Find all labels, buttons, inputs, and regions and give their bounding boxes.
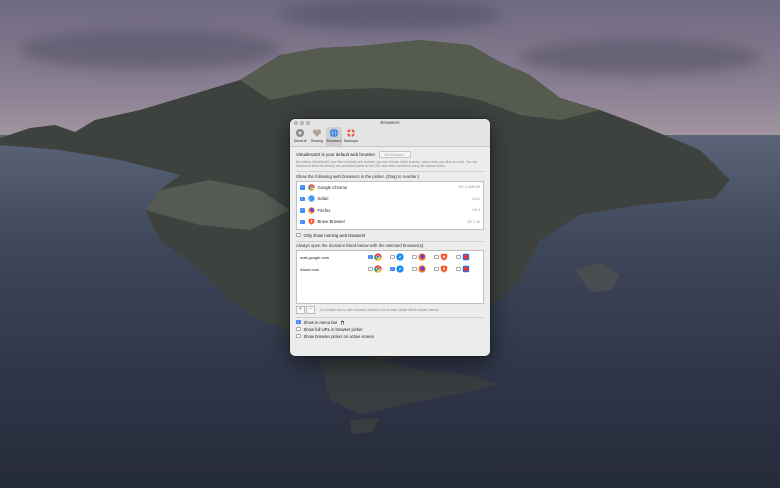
browser-version: v78.0 bbox=[471, 208, 480, 213]
domain-table[interactable]: mail.google.com ✓ ✓ ✓ ✓ ✓ icloud.com ✓ ✓ bbox=[296, 250, 484, 304]
browsers-pane: VirtualHostX is your default web browser… bbox=[290, 147, 490, 345]
browser-row[interactable]: ✓ Google Chrome v87.0.4280.88 bbox=[297, 182, 483, 194]
browser-name: Firefox bbox=[317, 207, 331, 213]
tab-browsers[interactable]: Browsers bbox=[326, 127, 342, 146]
domains-section-title: Always open the domains listed below wit… bbox=[296, 243, 425, 248]
browsers-section-title: Show the following web browsers in the p… bbox=[296, 173, 419, 179]
tab-general[interactable]: General bbox=[292, 127, 308, 146]
set-default-button[interactable]: Set Default... bbox=[378, 151, 411, 158]
domain-row[interactable]: mail.google.com ✓ ✓ ✓ ✓ ✓ bbox=[297, 251, 483, 263]
safari-icon bbox=[395, 265, 404, 273]
domain-browser-checkbox[interactable]: ✓ bbox=[456, 254, 461, 260]
brave-icon bbox=[307, 218, 315, 225]
browser-name: Brave Browser bbox=[317, 219, 345, 225]
domain-browser-checkbox[interactable]: ✓ bbox=[434, 266, 439, 272]
firefox-icon bbox=[417, 253, 426, 261]
domain-browser-checkbox[interactable]: ✓ bbox=[390, 254, 395, 260]
gear-icon bbox=[296, 129, 304, 137]
remove-domain-button[interactable]: − bbox=[306, 306, 315, 314]
browser-checkbox[interactable]: ✓ bbox=[300, 185, 305, 190]
browser-row[interactable]: ✓ Safari v14.0 bbox=[297, 193, 483, 205]
browser-name: Safari bbox=[317, 196, 329, 202]
domain-note: If a domain has no web browsers selected… bbox=[320, 308, 440, 312]
domain-browser-checkbox[interactable]: ✓ bbox=[412, 254, 417, 260]
lifebuoy-icon bbox=[347, 129, 355, 137]
show-in-menu-bar-checkbox[interactable]: ✓ bbox=[296, 319, 301, 325]
show-full-url-label: Show full URL in browser picker bbox=[303, 326, 363, 332]
preferences-window: Browsers General Sharing Browsers Backup… bbox=[290, 119, 490, 356]
browser-version: v87.1.18 bbox=[466, 219, 480, 224]
penguin-icon bbox=[341, 320, 345, 325]
domain-table-controls: + − If a domain has no web browsers sele… bbox=[296, 306, 484, 314]
domain-browser-checkbox[interactable]: ✓ bbox=[368, 266, 373, 272]
globe-icon bbox=[329, 128, 339, 138]
window-title: Browsers bbox=[380, 120, 400, 125]
firefox-icon bbox=[307, 207, 315, 214]
firefox-icon bbox=[417, 265, 426, 273]
tab-backups[interactable]: Backups bbox=[343, 127, 359, 146]
browser-row[interactable]: ✓ Firefox v78.0 bbox=[297, 205, 483, 217]
chrome-icon bbox=[373, 253, 382, 261]
domain-browser-checkbox[interactable]: ✓ bbox=[456, 266, 461, 272]
app-icon bbox=[462, 265, 469, 273]
tab-sharing[interactable]: Sharing bbox=[309, 127, 325, 146]
brave-icon bbox=[440, 253, 447, 261]
browser-version: v14.0 bbox=[471, 196, 480, 201]
chrome-icon bbox=[307, 184, 315, 191]
tab-label: Browsers bbox=[326, 139, 342, 143]
browser-checkbox[interactable]: ✓ bbox=[300, 196, 305, 201]
tab-label: General bbox=[293, 139, 307, 143]
browser-checkbox[interactable]: ✓ bbox=[300, 219, 305, 224]
show-full-url-option[interactable]: ✓ Show full URL in browser picker bbox=[296, 327, 484, 332]
show-on-active-screen-option[interactable]: ✓ Show browser picker on active screen bbox=[296, 334, 484, 339]
browser-row[interactable]: ✓ Brave Browser v87.1.18 bbox=[297, 216, 483, 228]
only-running-label: Only show running web browsers bbox=[303, 232, 366, 238]
show-in-menu-bar-label: Show in menu bar bbox=[303, 319, 338, 325]
show-in-menu-bar-option[interactable]: ✓ Show in menu bar bbox=[296, 320, 484, 325]
browser-name: Google Chrome bbox=[317, 184, 348, 190]
show-full-url-checkbox[interactable]: ✓ bbox=[296, 326, 301, 332]
browser-version: v87.0.4280.88 bbox=[458, 185, 481, 190]
default-browser-description: By making VirtualHostX your Mac's defaul… bbox=[296, 160, 478, 168]
tab-label: Sharing bbox=[310, 139, 324, 143]
domain-name: icloud.com bbox=[300, 266, 320, 272]
heart-icon bbox=[312, 129, 322, 137]
chrome-icon bbox=[373, 265, 382, 273]
domain-browser-checkbox[interactable]: ✓ bbox=[434, 254, 439, 260]
domain-browser-checkbox[interactable]: ✓ bbox=[368, 254, 373, 260]
browser-checkbox[interactable]: ✓ bbox=[300, 208, 305, 213]
show-on-active-screen-checkbox[interactable]: ✓ bbox=[296, 333, 301, 339]
add-domain-button[interactable]: + bbox=[296, 306, 305, 314]
show-on-active-screen-label: Show browser picker on active screen bbox=[303, 333, 375, 339]
safari-icon bbox=[307, 195, 315, 202]
only-running-checkbox[interactable]: ✓ bbox=[296, 232, 301, 238]
divider bbox=[296, 317, 484, 318]
app-icon bbox=[462, 253, 469, 261]
domain-browser-checkbox[interactable]: ✓ bbox=[390, 266, 395, 272]
default-browser-row: VirtualHostX is your default web browser… bbox=[296, 151, 484, 158]
only-running-option[interactable]: ✓ Only show running web browsers bbox=[296, 233, 484, 238]
title-bar: Browsers bbox=[290, 119, 490, 127]
brave-icon bbox=[440, 265, 447, 273]
tab-label: Backups bbox=[344, 139, 358, 143]
divider bbox=[296, 240, 484, 241]
domain-browser-checkbox[interactable]: ✓ bbox=[412, 266, 417, 272]
default-browser-status: VirtualHostX is your default web browser… bbox=[296, 152, 376, 157]
domain-row[interactable]: icloud.com ✓ ✓ ✓ ✓ ✓ bbox=[297, 263, 483, 275]
domain-name: mail.google.com bbox=[300, 254, 330, 260]
browser-list[interactable]: ✓ Google Chrome v87.0.4280.88 ✓ Safari v… bbox=[296, 180, 484, 230]
safari-icon bbox=[395, 253, 404, 261]
preferences-toolbar: General Sharing Browsers Backups bbox=[290, 127, 490, 147]
divider bbox=[296, 171, 484, 172]
